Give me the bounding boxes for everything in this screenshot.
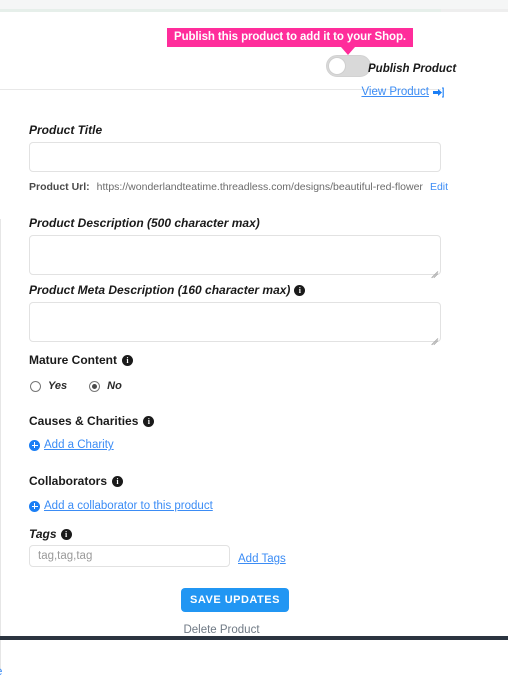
- causes-charities-label: Causes & Charities i: [29, 414, 155, 428]
- info-icon[interactable]: i: [294, 284, 306, 296]
- mature-content-radio-yes[interactable]: [30, 380, 41, 392]
- info-icon[interactable]: i: [112, 475, 124, 487]
- add-collaborator-link[interactable]: Add a collaborator to this product: [29, 500, 213, 512]
- bottom-bar: [0, 636, 508, 640]
- plus-circle-icon: [29, 439, 40, 451]
- tags-label: Tags i: [29, 527, 72, 541]
- arrow-into-bracket-icon: [433, 86, 444, 98]
- info-icon[interactable]: i: [143, 415, 155, 427]
- product-edit-form: Product Title Product Url: https://wonde…: [0, 104, 448, 678]
- product-title-label-text: Product Title: [29, 123, 103, 137]
- product-url-value: https://wonderlandteatime.threadless.com…: [96, 181, 423, 193]
- collaborators-label-text: Collaborators: [29, 474, 108, 488]
- product-description-textarea[interactable]: [29, 235, 441, 279]
- product-description-label-text: Product Description (500 character max): [29, 216, 260, 230]
- add-charity-link[interactable]: Add a Charity: [29, 439, 114, 451]
- mature-content-radio-group: Yes No: [30, 380, 122, 392]
- product-meta-description-label: Product Meta Description (160 character …: [29, 283, 306, 297]
- plus-circle-icon: [29, 500, 40, 512]
- add-collaborator-label: Add a collaborator to this product: [44, 500, 213, 512]
- publish-product-label: Publish Product: [368, 63, 457, 75]
- left-cutoff-text-fragment: e: [0, 666, 2, 678]
- publish-tooltip: Publish this product to add it to your S…: [167, 28, 413, 47]
- toggle-knob: [328, 57, 346, 75]
- publish-product-toggle[interactable]: [326, 55, 371, 77]
- info-icon[interactable]: i: [60, 528, 72, 540]
- mature-content-label: Mature Content i: [29, 353, 133, 367]
- publish-tooltip-pointer-icon: [341, 47, 355, 55]
- delete-product-link[interactable]: Delete Product: [0, 624, 443, 636]
- tags-input[interactable]: [29, 545, 230, 567]
- product-description-label: Product Description (500 character max): [29, 216, 260, 230]
- mature-content-radio-yes-label: Yes: [48, 380, 68, 392]
- product-url-row: Product Url: https://wonderlandteatime.t…: [29, 181, 448, 193]
- view-product-link[interactable]: View Product: [361, 86, 444, 98]
- view-product-label: View Product: [361, 86, 429, 98]
- collaborators-label: Collaborators i: [29, 474, 124, 488]
- info-icon[interactable]: i: [122, 354, 133, 366]
- add-charity-label: Add a Charity: [44, 439, 114, 451]
- form-left-edge: [0, 219, 1, 671]
- product-meta-description-textarea[interactable]: [29, 302, 441, 346]
- product-title-label: Product Title: [29, 123, 102, 137]
- causes-charities-label-text: Causes & Charities: [29, 414, 139, 428]
- product-url-key: Product Url:: [29, 181, 90, 193]
- product-url-edit-link[interactable]: Edit: [430, 181, 448, 193]
- tags-label-text: Tags: [29, 527, 57, 541]
- save-updates-button[interactable]: SAVE UPDATES: [181, 588, 289, 612]
- resize-grip-icon[interactable]: [429, 331, 439, 346]
- mature-content-radio-no[interactable]: [89, 380, 101, 392]
- add-tags-link[interactable]: Add Tags: [238, 553, 286, 565]
- publish-row: Publish this product to add it to your S…: [0, 12, 508, 90]
- resize-grip-icon[interactable]: [429, 264, 439, 279]
- mature-content-label-text: Mature Content: [29, 353, 117, 367]
- mature-content-radio-no-label: No: [107, 380, 122, 392]
- browser-top-strip: [0, 0, 508, 9]
- product-title-input[interactable]: [29, 142, 441, 172]
- product-meta-description-label-text: Product Meta Description (160 character …: [29, 283, 291, 297]
